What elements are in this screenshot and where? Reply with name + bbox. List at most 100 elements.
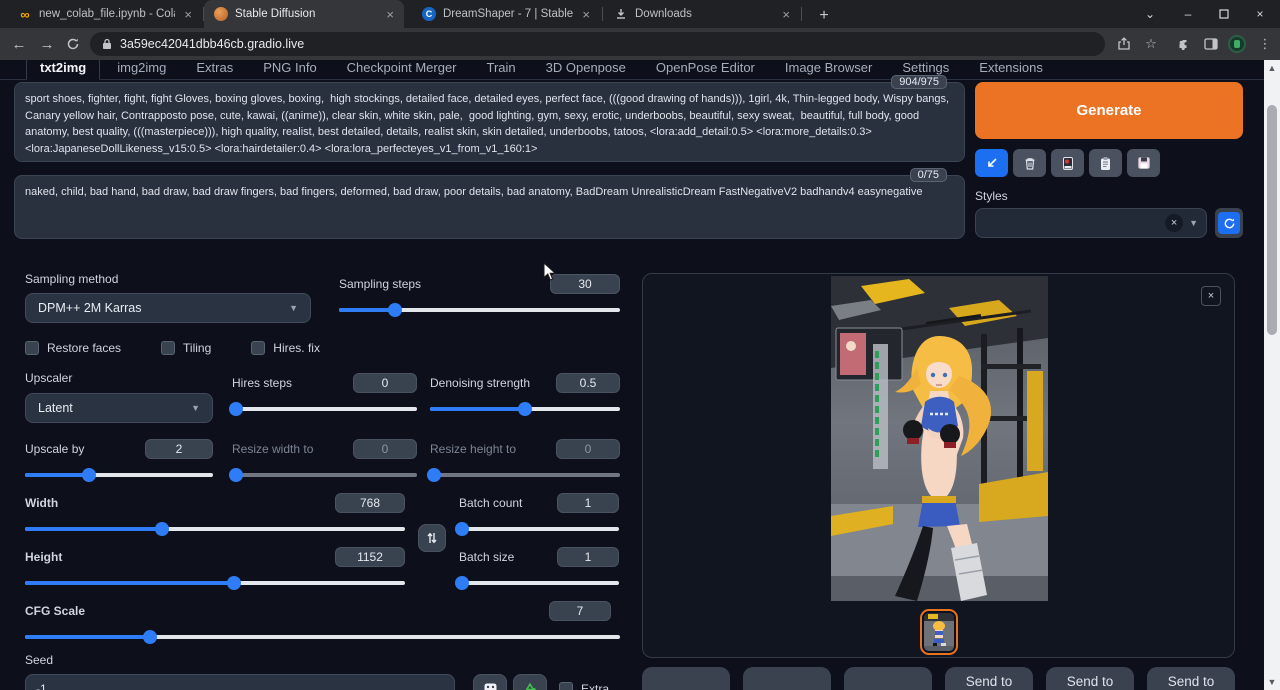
sampling-method-dropdown[interactable]: DPM++ 2M Karras ▼ [25, 293, 311, 323]
paste-parameters-button[interactable] [975, 149, 1008, 177]
prompt-input[interactable]: sport shoes, fighter, fight, fight Glove… [14, 82, 965, 162]
scrollbar-thumb[interactable] [1267, 105, 1277, 335]
tab-extras[interactable]: Extras [183, 60, 246, 79]
chevron-down-icon: ▼ [191, 403, 200, 413]
checkbox-icon[interactable] [251, 341, 265, 355]
side-panel-icon[interactable] [1200, 34, 1222, 54]
hires-fix-checkbox[interactable]: Hires. fix [251, 341, 320, 355]
sampling-steps-value[interactable]: 30 [550, 274, 620, 294]
window-minimize-button[interactable]: – [1170, 0, 1206, 28]
batch-size-value[interactable]: 1 [557, 547, 619, 567]
resize-height-label: Resize height to [430, 442, 516, 456]
bookmark-star-icon[interactable]: ☆ [1140, 34, 1162, 54]
seed-input[interactable] [25, 674, 455, 690]
generated-image[interactable] [831, 276, 1048, 601]
gallery-thumbnail[interactable] [920, 609, 958, 655]
width-slider[interactable] [25, 527, 405, 531]
address-bar[interactable]: 3a59ec42041dbb46cb.gradio.live [90, 32, 1105, 56]
reuse-seed-button[interactable] [513, 674, 547, 690]
sampling-steps-slider[interactable] [339, 308, 620, 312]
tab-openpose-editor[interactable]: OpenPose Editor [643, 60, 768, 79]
random-seed-button[interactable] [473, 674, 507, 690]
save-style-button[interactable] [1127, 149, 1160, 177]
upscaler-dropdown[interactable]: Latent ▼ [25, 393, 213, 423]
tiling-checkbox[interactable]: Tiling [161, 341, 211, 355]
tab-img2img[interactable]: img2img [104, 60, 179, 79]
back-icon[interactable]: ← [8, 33, 30, 55]
send-to-img2img-button[interactable]: Send to [945, 667, 1033, 690]
checkbox-icon[interactable] [161, 341, 175, 355]
cfg-scale-slider[interactable] [25, 635, 620, 639]
denoising-strength-value[interactable]: 0.5 [556, 373, 620, 393]
batch-size-label: Batch size [459, 550, 514, 564]
tab-train[interactable]: Train [474, 60, 529, 79]
batch-size-slider[interactable] [459, 581, 619, 585]
negative-prompt-input[interactable]: naked, child, bad hand, bad draw, bad dr… [14, 175, 965, 239]
generate-button[interactable]: Generate [975, 82, 1243, 139]
screenshot-stage: ∞ new_colab_file.ipynb - Colaborat × Sta… [0, 0, 1280, 690]
extra-seed-checkbox[interactable]: Extra [559, 682, 609, 690]
gallery-button-1[interactable] [642, 667, 730, 690]
refresh-styles-button[interactable] [1215, 208, 1243, 238]
tab-txt2img[interactable]: txt2img [26, 60, 100, 80]
tab-close-icon[interactable]: × [580, 7, 592, 22]
apply-style-button[interactable] [1089, 149, 1122, 177]
tab-checkpoint-merger[interactable]: Checkpoint Merger [334, 60, 470, 79]
upscaler-label: Upscaler [25, 371, 213, 385]
styles-dropdown[interactable]: × ▼ [975, 208, 1207, 238]
reload-icon[interactable] [62, 33, 84, 55]
tab-close-icon[interactable]: × [384, 7, 396, 22]
share-icon[interactable] [1113, 34, 1135, 54]
checkbox-icon[interactable] [559, 682, 573, 690]
new-tab-button[interactable]: + [812, 4, 836, 28]
forward-icon[interactable]: → [36, 33, 58, 55]
batch-count-value[interactable]: 1 [557, 493, 619, 513]
negative-token-counter: 0/75 [910, 168, 947, 182]
restore-faces-checkbox[interactable]: Restore faces [25, 341, 121, 355]
checkbox-icon[interactable] [25, 341, 39, 355]
send-to-inpaint-button[interactable]: Send to [1046, 667, 1134, 690]
clear-styles-icon[interactable]: × [1165, 214, 1183, 232]
tab-3d-openpose[interactable]: 3D Openpose [533, 60, 639, 79]
cfg-scale-value[interactable]: 7 [549, 601, 611, 621]
tab-close-icon[interactable]: × [182, 7, 194, 22]
browser-tab-stable-diffusion[interactable]: Stable Diffusion × [204, 0, 404, 28]
gallery-close-button[interactable]: × [1201, 286, 1221, 306]
width-value[interactable]: 768 [335, 493, 405, 513]
batch-count-label: Batch count [459, 496, 522, 510]
tab-image-browser[interactable]: Image Browser [772, 60, 885, 79]
height-value[interactable]: 1152 [335, 547, 405, 567]
height-slider[interactable] [25, 581, 405, 585]
tab-extensions[interactable]: Extensions [966, 60, 1056, 79]
gallery-button-2[interactable] [743, 667, 831, 690]
browser-tab-colab[interactable]: ∞ new_colab_file.ipynb - Colaborat × [8, 0, 202, 28]
browser-tab-downloads[interactable]: Downloads × [604, 0, 800, 28]
scroll-down-icon[interactable]: ▼ [1264, 674, 1280, 690]
hires-steps-value[interactable]: 0 [353, 373, 417, 393]
download-icon [614, 7, 628, 21]
clear-prompt-button[interactable] [1013, 149, 1046, 177]
batch-count-slider[interactable] [459, 527, 619, 531]
tab-png-info[interactable]: PNG Info [250, 60, 329, 79]
extensions-puzzle-icon[interactable] [1172, 34, 1194, 54]
chevron-down-icon: ▼ [1189, 218, 1198, 228]
tab-search-chevron-icon[interactable]: ⌄ [1132, 0, 1168, 28]
width-label: Width [25, 496, 58, 510]
upscale-by-slider[interactable] [25, 473, 213, 477]
browser-tab-dreamshaper[interactable]: C DreamShaper - 7 | Stable Diffusio × [412, 0, 600, 28]
profile-avatar[interactable] [1226, 34, 1248, 54]
scroll-up-icon[interactable]: ▲ [1264, 60, 1280, 76]
gallery-button-3[interactable] [844, 667, 932, 690]
extra-networks-button[interactable] [1051, 149, 1084, 177]
window-close-button[interactable]: × [1242, 0, 1278, 28]
tab-close-icon[interactable]: × [780, 7, 792, 22]
browser-menu-icon[interactable]: ⋮ [1254, 34, 1276, 54]
window-maximize-button[interactable] [1206, 0, 1242, 28]
page-scrollbar[interactable]: ▲ ▼ [1264, 60, 1280, 690]
upscale-by-value[interactable]: 2 [145, 439, 213, 459]
send-to-extras-button[interactable]: Send to [1147, 667, 1235, 690]
colab-icon: ∞ [18, 7, 32, 21]
hires-steps-slider[interactable] [232, 407, 417, 411]
denoising-strength-slider[interactable] [430, 407, 620, 411]
swap-dimensions-button[interactable] [418, 524, 446, 552]
